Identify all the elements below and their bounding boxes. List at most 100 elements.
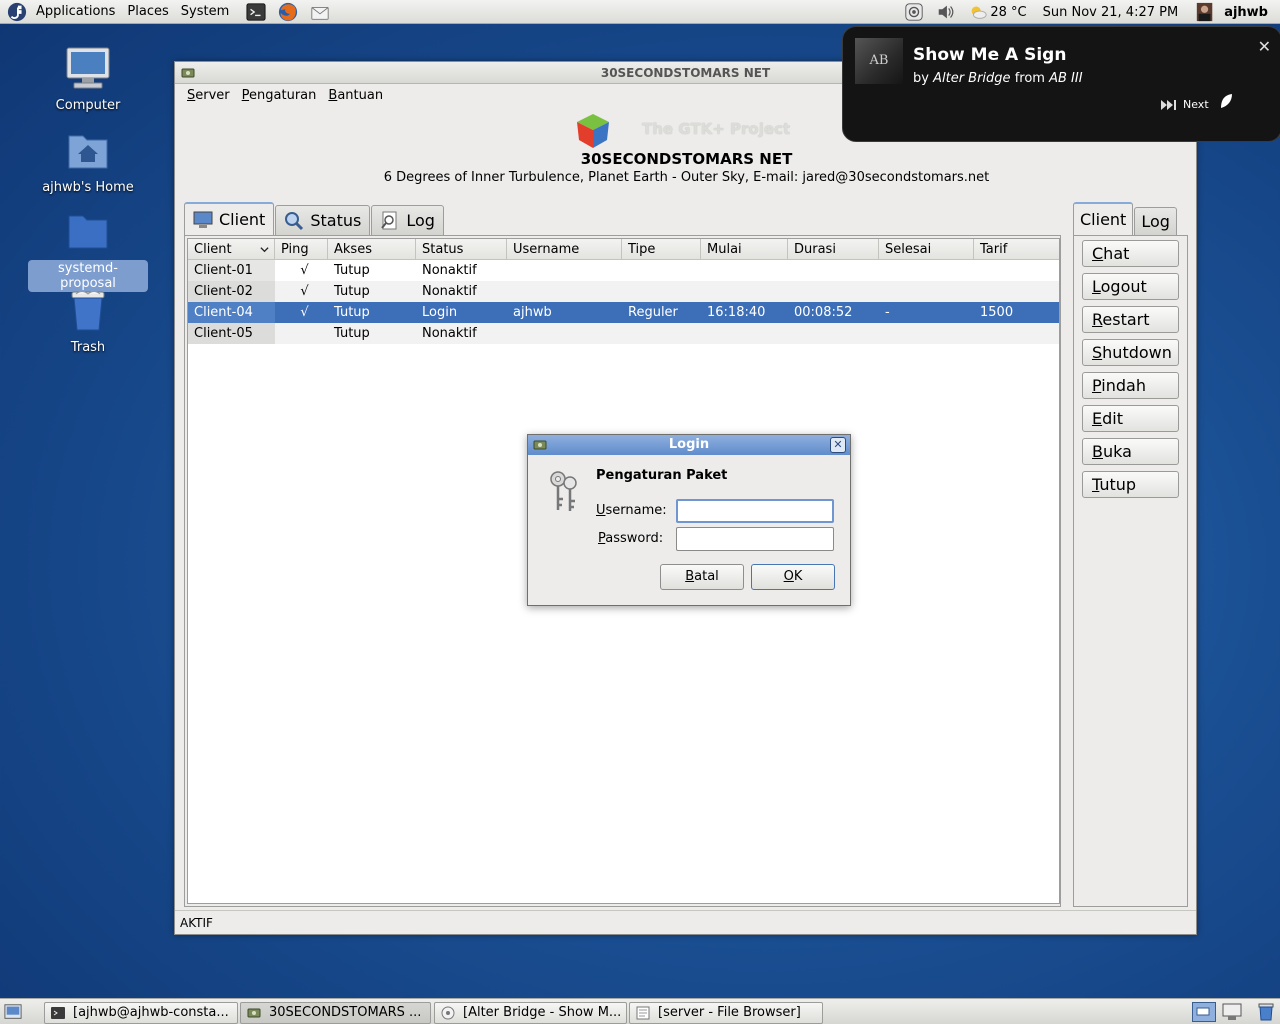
user-name[interactable]: ajhwb — [1218, 5, 1280, 20]
table-row[interactable]: Client-01 √ Tutup Nonaktif — [188, 260, 1059, 281]
tab-label: Client — [219, 210, 266, 229]
cell-akses: Tutup — [334, 326, 370, 341]
network-icon[interactable] — [903, 2, 925, 22]
tab-client[interactable]: Client — [184, 202, 275, 235]
next-track-button[interactable]: Next — [1161, 98, 1209, 111]
desktop-icon-label: ajhwb's Home — [42, 180, 134, 195]
close-icon[interactable]: ✕ — [830, 437, 846, 453]
tab-label: Status — [310, 211, 362, 230]
cell-status: Nonaktif — [422, 284, 477, 299]
song-info: by Alter Bridge from AB III — [913, 71, 1083, 86]
applications-menu[interactable]: Applications — [30, 4, 121, 19]
cell-tarif: 1500 — [980, 305, 1014, 320]
cell-tipe — [622, 323, 701, 344]
cell-akses: Tutup — [334, 263, 370, 278]
file-browser-icon — [636, 1006, 650, 1020]
column-header-durasi[interactable]: Durasi — [788, 239, 879, 259]
cell-durasi — [788, 260, 879, 281]
column-header-client[interactable]: Client — [188, 239, 275, 259]
cancel-button[interactable]: Batal — [660, 564, 744, 590]
tab-right-client[interactable]: Client — [1073, 202, 1134, 235]
cell-ping: √ — [300, 263, 309, 278]
mail-notifier-icon[interactable] — [309, 2, 331, 22]
desktop-icon-systemd-proposal[interactable]: systemd-proposal — [28, 208, 148, 292]
places-menu[interactable]: Places — [121, 4, 174, 19]
volume-icon[interactable] — [935, 2, 957, 22]
show-desktop-icon[interactable] — [4, 1003, 22, 1021]
window-title: 30SECONDSTOMARS NET — [600, 66, 771, 80]
fedora-logo-icon[interactable] — [6, 2, 28, 22]
top-panel: Applications Places System 28 °C Sun Nov… — [0, 0, 1280, 24]
taskbar-item-file-browser[interactable]: [server - File Browser] — [629, 1002, 823, 1024]
cell-selesai — [879, 260, 974, 281]
username-input[interactable] — [676, 499, 834, 523]
folder-icon — [68, 215, 108, 249]
logout-button[interactable]: Logout — [1082, 273, 1179, 300]
taskbar-item-terminal[interactable]: [ajhwb@ajhwb-consta... — [44, 1002, 238, 1024]
column-header-status[interactable]: Status — [416, 239, 507, 259]
desktop-icon-label: Trash — [70, 340, 106, 355]
app-icon — [533, 440, 547, 450]
login-title-bar[interactable]: Login ✕ — [528, 435, 850, 455]
column-header-tarif[interactable]: Tarif — [974, 239, 1059, 259]
taskbar-item-music-player[interactable]: [Alter Bridge - Show M... — [434, 1002, 627, 1024]
column-header-tipe[interactable]: Tipe — [622, 239, 701, 259]
trash-applet-icon[interactable] — [1256, 1002, 1276, 1022]
tab-right-log[interactable]: Log — [1134, 207, 1177, 235]
clock[interactable]: Sun Nov 21, 4:27 PM — [1037, 5, 1185, 20]
ok-button[interactable]: OK — [751, 564, 835, 590]
table-row[interactable]: Client-04 √ Tutup Login ajhwb Reguler 16:18:40… — [188, 302, 1059, 323]
desktop-icon-trash[interactable]: Trash — [28, 288, 148, 355]
album-art: AB — [855, 38, 903, 84]
shutdown-button[interactable]: Shutdown — [1082, 339, 1179, 366]
password-label: Password: — [598, 531, 664, 546]
workspace-1-icon[interactable] — [1192, 1002, 1216, 1022]
cell-client: Client-04 — [188, 302, 275, 323]
desktop-icon-home[interactable]: ajhwb's Home — [28, 128, 148, 195]
status-bar: AKTIF — [175, 910, 1196, 934]
column-header-mulai[interactable]: Mulai — [701, 239, 788, 259]
desktop-icon-label: Computer — [55, 98, 121, 113]
system-menu[interactable]: System — [175, 4, 235, 19]
edit-button[interactable]: Edit — [1082, 405, 1179, 432]
weather-icon[interactable] — [967, 2, 989, 22]
close-icon[interactable]: ✕ — [1258, 37, 1271, 56]
chat-button[interactable]: Chat — [1082, 240, 1179, 267]
desktop-icon-computer[interactable]: Computer — [28, 46, 148, 113]
menu-bantuan[interactable]: Bantuan — [322, 88, 389, 103]
column-header-username[interactable]: Username — [507, 239, 622, 259]
tab-log[interactable]: Log — [371, 205, 444, 235]
restart-button[interactable]: Restart — [1082, 306, 1179, 333]
menu-server[interactable]: Server — [181, 88, 236, 103]
column-header-akses[interactable]: Akses — [328, 239, 416, 259]
user-avatar-icon[interactable] — [1194, 2, 1216, 22]
cell-tipe: Reguler — [628, 305, 678, 320]
column-header-ping[interactable]: Ping — [275, 239, 328, 259]
buka-button[interactable]: Buka — [1082, 438, 1179, 465]
tutup-button[interactable]: Tutup — [1082, 471, 1179, 498]
menu-pengaturan[interactable]: Pengaturan — [236, 88, 323, 103]
password-input[interactable] — [676, 527, 834, 551]
gtk-logo-icon — [577, 114, 609, 148]
table-row[interactable]: Client-05 Tutup Nonaktif — [188, 323, 1059, 344]
skip-forward-icon — [1161, 99, 1176, 110]
login-title: Login — [668, 437, 710, 452]
cell-durasi — [788, 323, 879, 344]
tab-status[interactable]: Status — [275, 205, 371, 235]
firefox-icon[interactable] — [277, 2, 299, 22]
cell-mulai: 16:18:40 — [707, 305, 766, 320]
table-row[interactable]: Client-02 √ Tutup Nonaktif — [188, 281, 1059, 302]
workspace-2-icon[interactable] — [1220, 1002, 1244, 1022]
cell-akses: Tutup — [334, 305, 370, 320]
pindah-button[interactable]: Pindah — [1082, 372, 1179, 399]
weather-temperature[interactable]: 28 °C — [990, 5, 1032, 20]
cell-mulai — [701, 281, 788, 302]
music-player-icon — [441, 1006, 455, 1020]
terminal-icon — [51, 1007, 65, 1019]
cell-username — [507, 260, 622, 281]
column-header-selesai[interactable]: Selesai — [879, 239, 974, 259]
terminal-icon[interactable] — [245, 2, 267, 22]
music-notification: AB Show Me A Sign by Alter Bridge from A… — [842, 26, 1280, 142]
taskbar-item-30secondstomars[interactable]: 30SECONDSTOMARS ... — [240, 1002, 431, 1024]
cell-client: Client-02 — [188, 281, 275, 302]
